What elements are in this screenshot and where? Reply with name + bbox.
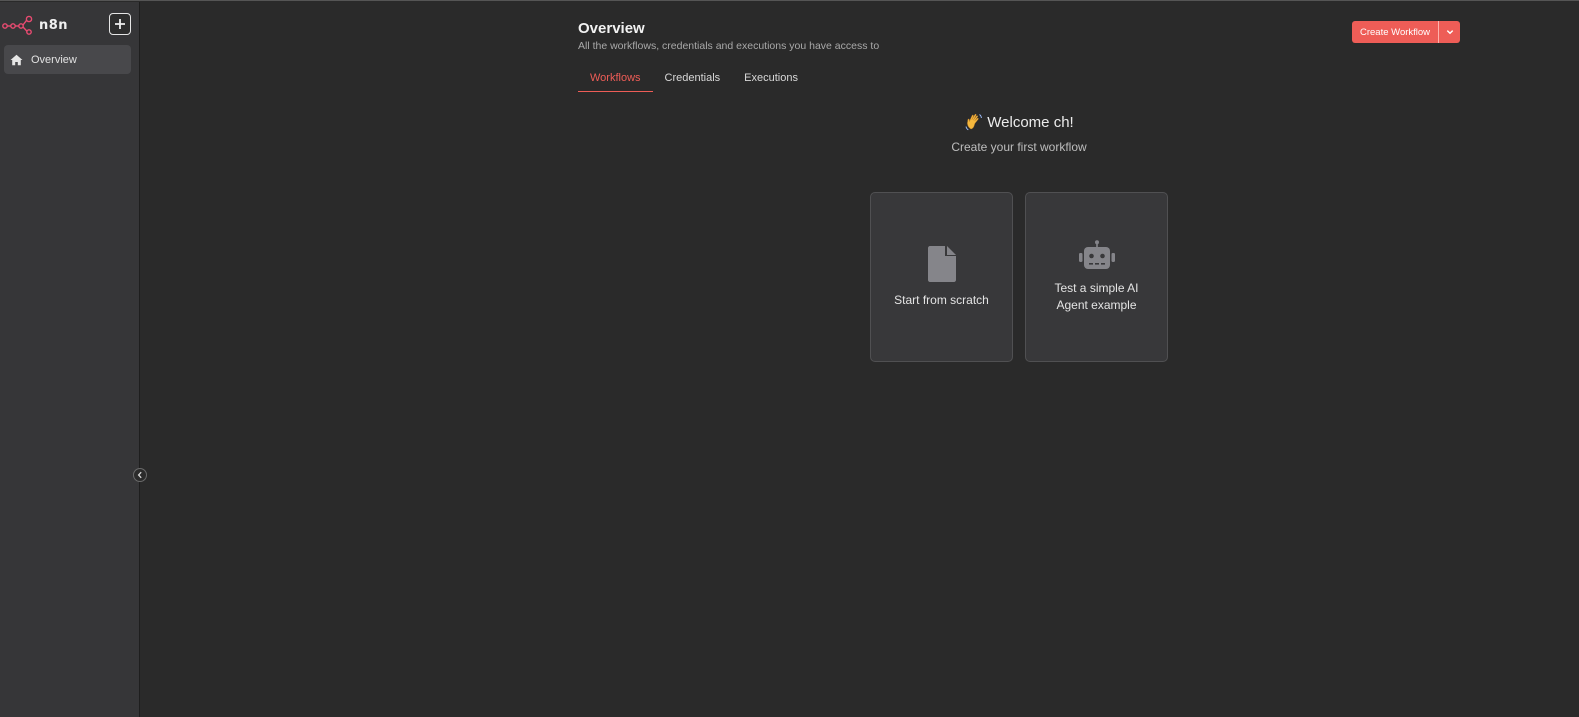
sidebar-item-label: Overview — [31, 53, 77, 66]
waving-hand-icon — [965, 113, 983, 131]
card-label: Test a simple AI Agent example — [1054, 281, 1139, 312]
add-button[interactable] — [109, 13, 131, 35]
brand[interactable]: n8n — [2, 14, 68, 36]
welcome-section: Welcome ch! Create your first workflow — [870, 112, 1168, 155]
page-title: Overview — [578, 20, 645, 37]
tab-workflows[interactable]: Workflows — [578, 71, 653, 92]
sidebar-item-overview[interactable]: Overview — [4, 45, 131, 74]
start-from-scratch-card[interactable]: Start from scratch — [870, 192, 1013, 362]
chevron-down-icon — [1446, 30, 1453, 35]
welcome-heading: Welcome ch! — [987, 113, 1074, 131]
tabs: Workflows Credentials Executions — [578, 71, 810, 93]
tab-executions[interactable]: Executions — [732, 71, 810, 92]
page-subtitle: All the workflows, credentials and execu… — [578, 40, 880, 52]
welcome-subheading: Create your first workflow — [951, 140, 1087, 154]
plus-icon — [115, 19, 125, 29]
app-window: n8n Overview Overview All the workflows,… — [0, 0, 1579, 717]
n8n-logo-icon — [2, 15, 33, 35]
brand-name: n8n — [39, 17, 69, 33]
robot-icon — [1078, 240, 1115, 269]
chevron-left-icon — [137, 471, 142, 479]
create-dropdown-button[interactable] — [1438, 21, 1461, 43]
home-icon — [10, 54, 23, 65]
welcome-heading-row: Welcome ch! — [870, 112, 1168, 132]
tab-credentials[interactable]: Credentials — [653, 71, 733, 92]
create-workflow-group: Create Workflow — [1352, 21, 1461, 43]
file-icon — [927, 245, 956, 282]
create-workflow-button[interactable]: Create Workflow — [1352, 21, 1439, 43]
collapse-sidebar-button[interactable] — [133, 468, 147, 482]
ai-agent-example-card[interactable]: Test a simple AI Agent example — [1025, 192, 1168, 362]
card-label: Start from scratch — [894, 292, 989, 307]
sidebar: n8n Overview — [0, 2, 140, 717]
